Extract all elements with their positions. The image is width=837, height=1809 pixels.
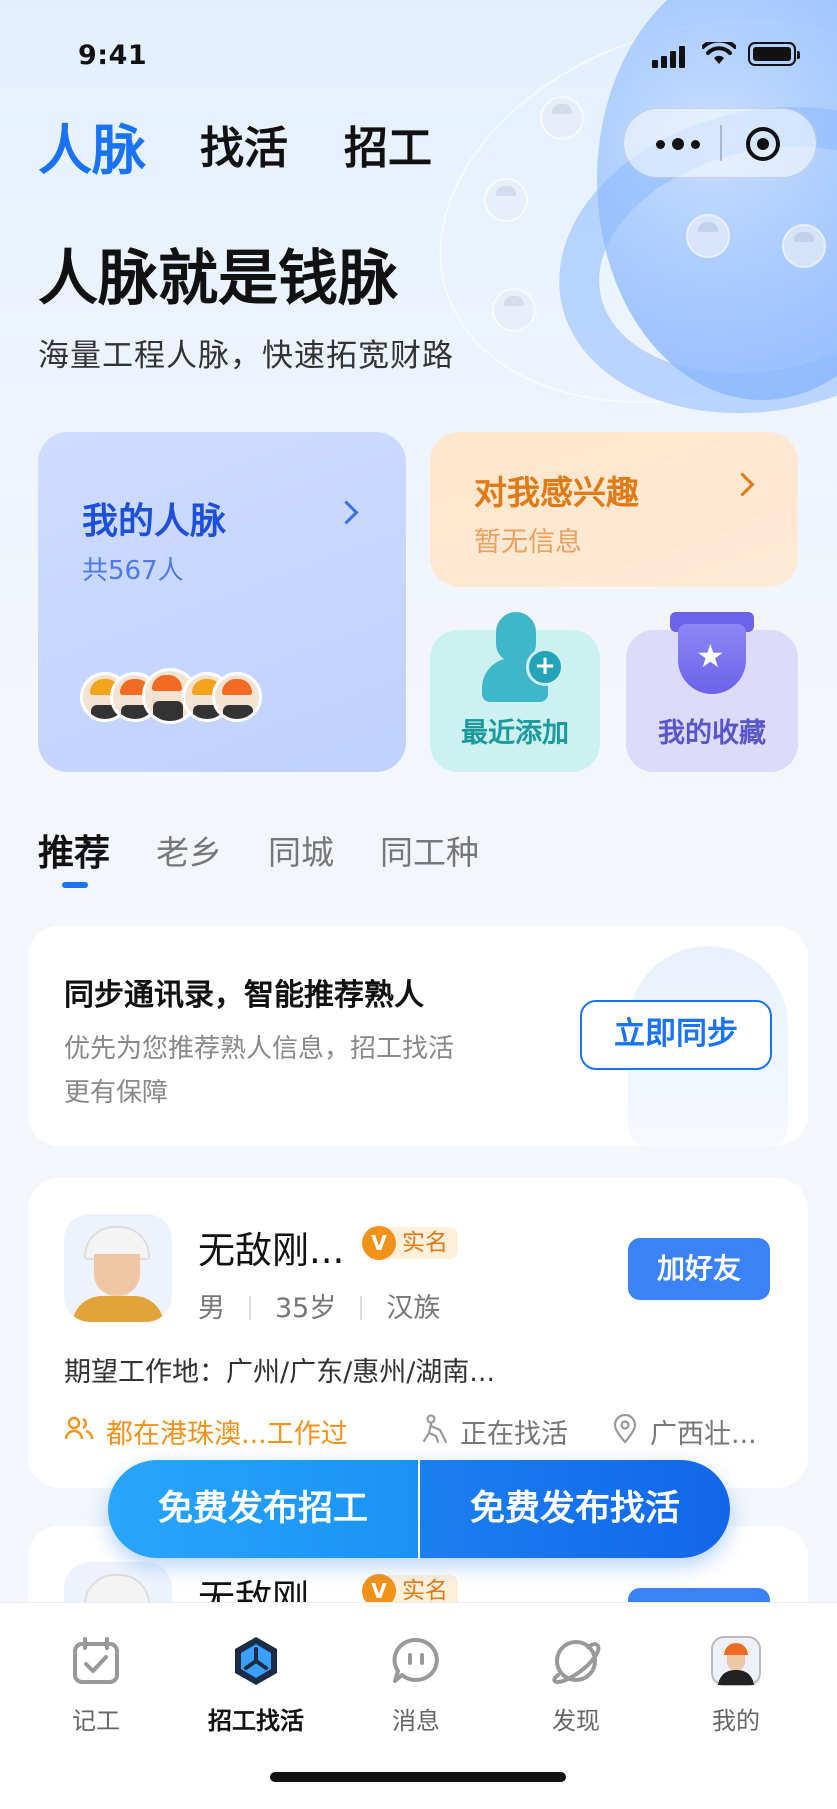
chat-bubble-icon xyxy=(392,1637,439,1683)
tabbar-label: 发现 xyxy=(552,1707,600,1735)
verified-v-icon: V xyxy=(362,1226,396,1260)
planet-icon xyxy=(552,1640,601,1684)
chevron-right-icon xyxy=(730,472,755,497)
tabbar-label: 招工找活 xyxy=(208,1707,304,1735)
tabbar-label: 我的 xyxy=(712,1707,760,1735)
sync-title: 同步通讯录，智能推荐熟人 xyxy=(64,978,424,1013)
status-bar: 9:41 xyxy=(0,36,837,76)
sync-description-line2: 更有保障 xyxy=(64,1078,169,1108)
interested-subtitle: 暂无信息 xyxy=(474,527,582,558)
job-status-tag: 正在找活 xyxy=(460,1419,568,1450)
avatar xyxy=(212,672,262,722)
chevron-right-icon xyxy=(334,500,359,525)
people-icon xyxy=(64,1416,94,1440)
floating-avatar-decoration xyxy=(484,178,528,222)
top-tab-network[interactable]: 人脉 xyxy=(38,106,146,185)
location-pin-icon xyxy=(613,1414,637,1444)
my-network-title: 我的人脉 xyxy=(82,501,227,542)
favorites-card[interactable]: ★ 我的收藏 xyxy=(626,612,798,772)
close-miniprogram-icon[interactable] xyxy=(746,127,780,161)
recently-added-card[interactable]: + 最近添加 xyxy=(430,612,600,772)
hero-subtitle: 海量工程人脉，快速拓宽财路 xyxy=(38,338,454,374)
tab-recommend[interactable]: 推荐 xyxy=(38,824,110,876)
publish-recruit-button[interactable]: 免费发布招工 xyxy=(108,1460,418,1558)
home-indicator xyxy=(270,1772,566,1782)
status-time: 9:41 xyxy=(78,40,148,71)
worker-digging-icon xyxy=(422,1414,448,1444)
expected-work-location: 期望工作地：广州/广东/惠州/湖南... xyxy=(64,1357,496,1388)
tabbar-item-worklog[interactable]: 记工 xyxy=(16,1625,176,1735)
wifi-icon xyxy=(702,42,736,64)
more-icon[interactable] xyxy=(652,133,712,155)
calendar-check-icon xyxy=(73,1637,119,1684)
floating-avatar-decoration xyxy=(492,288,536,332)
person-tags: 都在港珠澳...工作过 正在找活 广西壮... xyxy=(64,1412,784,1452)
person-name: 无敌刚... xyxy=(198,1229,345,1272)
tabbar-item-messages[interactable]: 消息 xyxy=(336,1625,496,1735)
sync-now-button[interactable]: 立即同步 xyxy=(580,1000,772,1070)
add-friend-button[interactable]: 加好友 xyxy=(628,1238,770,1300)
sync-description-line1: 优先为您推荐熟人信息，招工找活 xyxy=(64,1034,455,1064)
favorites-label: 我的收藏 xyxy=(658,718,766,749)
tabbar-item-discover[interactable]: 发现 xyxy=(496,1625,656,1735)
capsule-divider xyxy=(720,125,722,161)
hero-title: 人脉就是钱脉 xyxy=(38,244,398,314)
avatar xyxy=(64,1214,172,1322)
tabbar-label: 消息 xyxy=(392,1707,440,1735)
user-avatar-icon xyxy=(711,1636,761,1686)
worked-in-tag: 都在港珠澳...工作过 xyxy=(106,1419,348,1450)
floating-avatar-decoration xyxy=(686,214,730,258)
active-tab-indicator xyxy=(62,882,88,888)
add-person-icon: + xyxy=(482,612,564,702)
floating-avatar-decoration xyxy=(782,224,826,268)
tabbar-item-mine[interactable]: 我的 xyxy=(656,1625,816,1735)
my-network-card[interactable]: 我的人脉 共567人 xyxy=(38,432,406,772)
person-card[interactable]: 无敌刚... 实名 V 男 35岁 汉族 加好友 期望工作地：广州/广东/惠州/湖南… xyxy=(28,1178,808,1488)
person-age: 35岁 xyxy=(275,1293,337,1324)
publish-find-work-button[interactable]: 免费发布找活 xyxy=(420,1460,730,1558)
tab-hometown[interactable]: 老乡 xyxy=(156,826,222,874)
person-meta: 男 35岁 汉族 xyxy=(198,1286,440,1325)
tabbar-label: 记工 xyxy=(72,1707,120,1735)
star-badge-icon: ★ xyxy=(670,612,754,704)
recently-added-label: 最近添加 xyxy=(461,718,569,749)
battery-icon xyxy=(748,42,800,66)
person-gender: 男 xyxy=(198,1293,225,1324)
region-tag: 广西壮... xyxy=(650,1419,757,1450)
my-network-count: 共567人 xyxy=(82,556,184,586)
interested-in-me-card[interactable]: 对我感兴趣 暂无信息 xyxy=(430,432,798,587)
miniprogram-capsule xyxy=(623,108,817,178)
tabbar-item-recruit-find-work[interactable]: 招工找活 xyxy=(176,1625,336,1735)
verified-badge-text: 实名 xyxy=(388,1227,458,1259)
page-root: 9:41 人脉 找活 招工 人脉就是钱脉 海量工程人脉，快速拓宽财路 我的人脉 … xyxy=(0,0,837,1809)
tab-same-city[interactable]: 同城 xyxy=(268,826,334,874)
top-tab-recruit[interactable]: 招工 xyxy=(344,112,432,176)
publish-actions: 免费发布招工 免费发布找活 xyxy=(108,1460,730,1558)
top-tab-find-work[interactable]: 找活 xyxy=(200,112,288,176)
interested-title: 对我感兴趣 xyxy=(474,473,639,512)
floating-avatar-decoration xyxy=(540,96,584,140)
sync-contacts-card: 同步通讯录，智能推荐熟人 优先为您推荐熟人信息，招工找活 更有保障 立即同步 xyxy=(28,926,808,1146)
tab-same-trade[interactable]: 同工种 xyxy=(380,826,479,874)
hexagon-logo-icon xyxy=(235,1637,277,1685)
person-ethnicity: 汉族 xyxy=(386,1293,441,1324)
